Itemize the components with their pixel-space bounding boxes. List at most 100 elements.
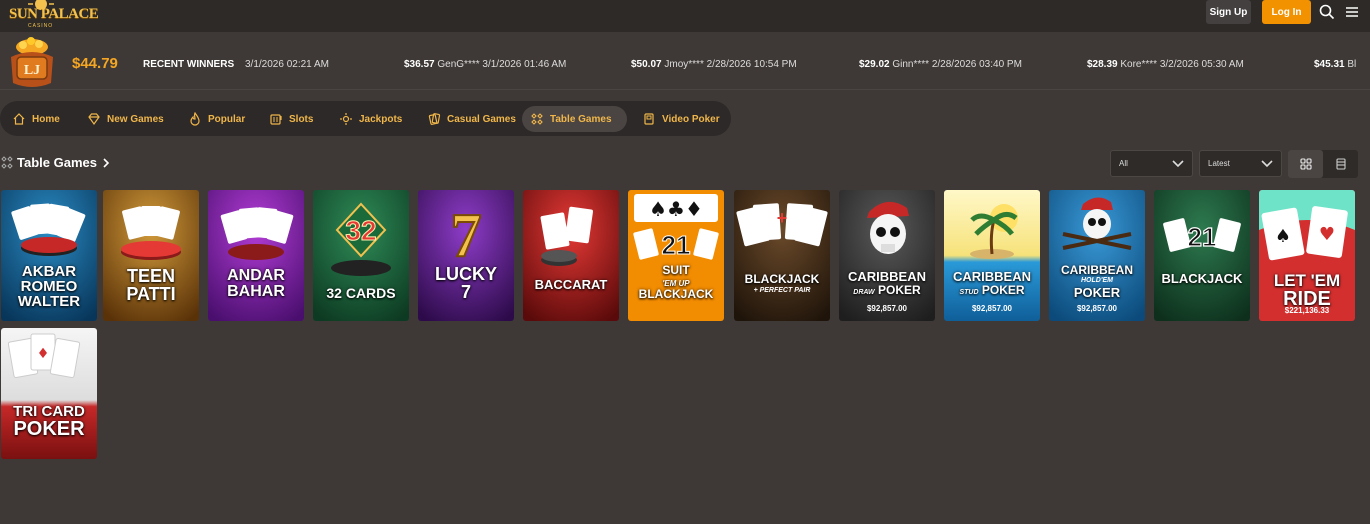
grid-view-button[interactable] [1288, 150, 1323, 178]
game-art [839, 190, 935, 321]
game-tile-32-cards[interactable]: 32 32 CARDS [313, 190, 409, 321]
game-art: ♠♣♦ 21 [628, 190, 724, 321]
game-subtitle: + PERFECT PAIR [753, 287, 811, 294]
top-bar: SUN PALACE CASINO Sign Up Log In [0, 0, 1370, 32]
balance-amount: $44.79 [72, 55, 118, 72]
game-tile-suit-em-up-blackjack[interactable]: ♠♣♦ 21 SUIT 'EM UP BLACKJACK [628, 190, 724, 321]
nav-label: Video Poker [662, 113, 720, 125]
game-title-line2: STUD POKER [959, 283, 1025, 297]
game-art [208, 190, 304, 321]
game-tile-blackjack-perfect-pair[interactable]: + BLACKJACK + PERFECT PAIR [734, 190, 830, 321]
game-tile-let-em-ride[interactable]: ♠ ♥ LET 'EM RIDE $221,136.33 [1259, 190, 1355, 321]
game-tile-blackjack[interactable]: 21 BLACKJACK [1154, 190, 1250, 321]
nav-slots[interactable]: Slots [261, 106, 321, 132]
chevron-down-icon [1261, 160, 1273, 168]
nav-label: Table Games [550, 113, 612, 125]
winner-entry: 3/1/2026 02:21 AM [245, 59, 329, 70]
slot-machine-icon [270, 114, 282, 125]
winner-entry: $50.07 Jmoy**** 2/28/2026 10:54 PM [631, 59, 797, 70]
game-title: SUIT 'EM UP BLACKJACK [638, 263, 714, 301]
game-title: CARIBBEAN [848, 269, 926, 284]
game-art [944, 190, 1040, 321]
game-tile-caribbean-draw-poker[interactable]: CARIBBEAN DRAW POKER $92,857.00 [839, 190, 935, 321]
view-toggle [1288, 150, 1358, 178]
game-title: AKBAR ROMEO WALTER [17, 263, 81, 310]
game-title: BLACKJACK [1161, 271, 1243, 286]
jackpot-amount: $92,857.00 [1076, 304, 1118, 313]
game-tile-tri-card-poker[interactable]: ♦ TRI CARD POKER [1, 328, 97, 459]
nav-jackpots[interactable]: Jackpots [331, 106, 410, 132]
svg-text:♥: ♥ [1319, 224, 1335, 245]
jackpot-pot-icon[interactable]: LJ [3, 35, 61, 91]
flame-icon [190, 112, 200, 126]
nav-label: Home [32, 113, 60, 125]
jackpot-amount: $92,857.00 [866, 304, 908, 313]
game-title: LET 'EM RIDE [1273, 271, 1341, 310]
category-nav: Home New Games Popular Slots Jackpots Ca… [0, 101, 731, 136]
cards-fan-icon [428, 113, 441, 125]
game-art: 32 [313, 190, 409, 321]
game-tile-lucky-7[interactable]: 7 LUCKY 7 [418, 190, 514, 321]
section-title-text: Table Games [17, 155, 97, 170]
section-title[interactable]: Table Games [1, 155, 111, 170]
game-title-line2: DRAW POKER [853, 283, 921, 297]
game-tile-baccarat[interactable]: BACCARAT [523, 190, 619, 321]
game-tile-andar-bahar[interactable]: ANDAR BAHAR [208, 190, 304, 321]
sparkle-icon [340, 113, 352, 125]
game-subtitle: HOLD'EM [1081, 277, 1113, 284]
jackpot-amount: $221,136.33 [1284, 306, 1330, 315]
nav-label: Casual Games [447, 113, 516, 125]
game-title: CARIBBEAN [953, 269, 1031, 284]
jackpot-amount: $92,857.00 [971, 304, 1013, 313]
winners-bar: LJ $44.79 RECENT WINNERS 3/1/2026 02:21 … [0, 32, 1370, 90]
game-art [1049, 190, 1145, 321]
game-title: CARIBBEAN [1061, 263, 1133, 277]
game-title: BLACKJACK [744, 272, 820, 286]
svg-text:7: 7 [451, 202, 482, 270]
winner-entry: $36.57 GenG**** 3/1/2026 01:46 AM [404, 59, 567, 70]
sort-value: Latest [1208, 159, 1230, 168]
game-art [523, 190, 619, 321]
home-icon [13, 113, 25, 125]
game-art: + [734, 190, 830, 321]
menu-icon[interactable] [1344, 4, 1360, 20]
game-title-line2: POKER [1073, 285, 1121, 300]
search-icon[interactable] [1319, 4, 1335, 20]
svg-text:+: + [777, 208, 788, 228]
game-tile-teen-patti[interactable]: TEEN PATTI [103, 190, 199, 321]
nav-home[interactable]: Home [4, 106, 68, 132]
list-view-button[interactable] [1323, 150, 1358, 178]
site-logo[interactable]: SUN PALACE CASINO [6, 0, 99, 32]
nav-casual-games[interactable]: Casual Games [419, 106, 524, 132]
game-title: TRI CARD POKER [13, 403, 85, 440]
svg-text:♠: ♠ [1275, 226, 1291, 247]
winner-entry: $29.02 Ginn**** 2/28/2026 03:40 PM [859, 59, 1022, 70]
sort-dropdown[interactable]: Latest [1199, 150, 1282, 177]
filter-dropdown[interactable]: All [1110, 150, 1193, 177]
winner-entry: $45.31 Bl [1314, 59, 1357, 70]
chevron-down-icon [1172, 160, 1184, 168]
recent-winners-label: RECENT WINNERS [143, 59, 235, 70]
nav-popular[interactable]: Popular [180, 106, 253, 132]
log-in-button[interactable]: Log In [1262, 0, 1311, 24]
svg-text:32: 32 [345, 215, 376, 246]
table-games-icon [531, 113, 543, 125]
logo-subtext: CASINO [28, 23, 54, 29]
nav-label: Popular [208, 113, 246, 125]
diamond-icon [88, 113, 100, 126]
sign-up-button[interactable]: Sign Up [1206, 0, 1251, 24]
game-title: 32 CARDS [326, 285, 396, 301]
filter-value: All [1119, 159, 1128, 168]
svg-text:♠♣♦: ♠♣♦ [649, 197, 703, 221]
game-tile-caribbean-stud-poker[interactable]: CARIBBEAN STUD POKER $92,857.00 [944, 190, 1040, 321]
nav-video-poker[interactable]: Video Poker [634, 106, 728, 132]
game-tile-caribbean-holdem-poker[interactable]: CARIBBEAN HOLD'EM POKER $92,857.00 [1049, 190, 1145, 321]
logo-text: SUN PALACE [9, 6, 99, 22]
nav-table-games[interactable]: Table Games [522, 106, 627, 132]
svg-text:21: 21 [662, 230, 691, 260]
game-tile-akbar-romeo-walter[interactable]: AKBAR ROMEO WALTER [1, 190, 97, 321]
nav-new-games[interactable]: New Games [79, 106, 172, 132]
svg-text:LJ: LJ [24, 63, 40, 78]
game-art: 21 [1154, 190, 1250, 321]
grid-icon [1299, 158, 1312, 170]
